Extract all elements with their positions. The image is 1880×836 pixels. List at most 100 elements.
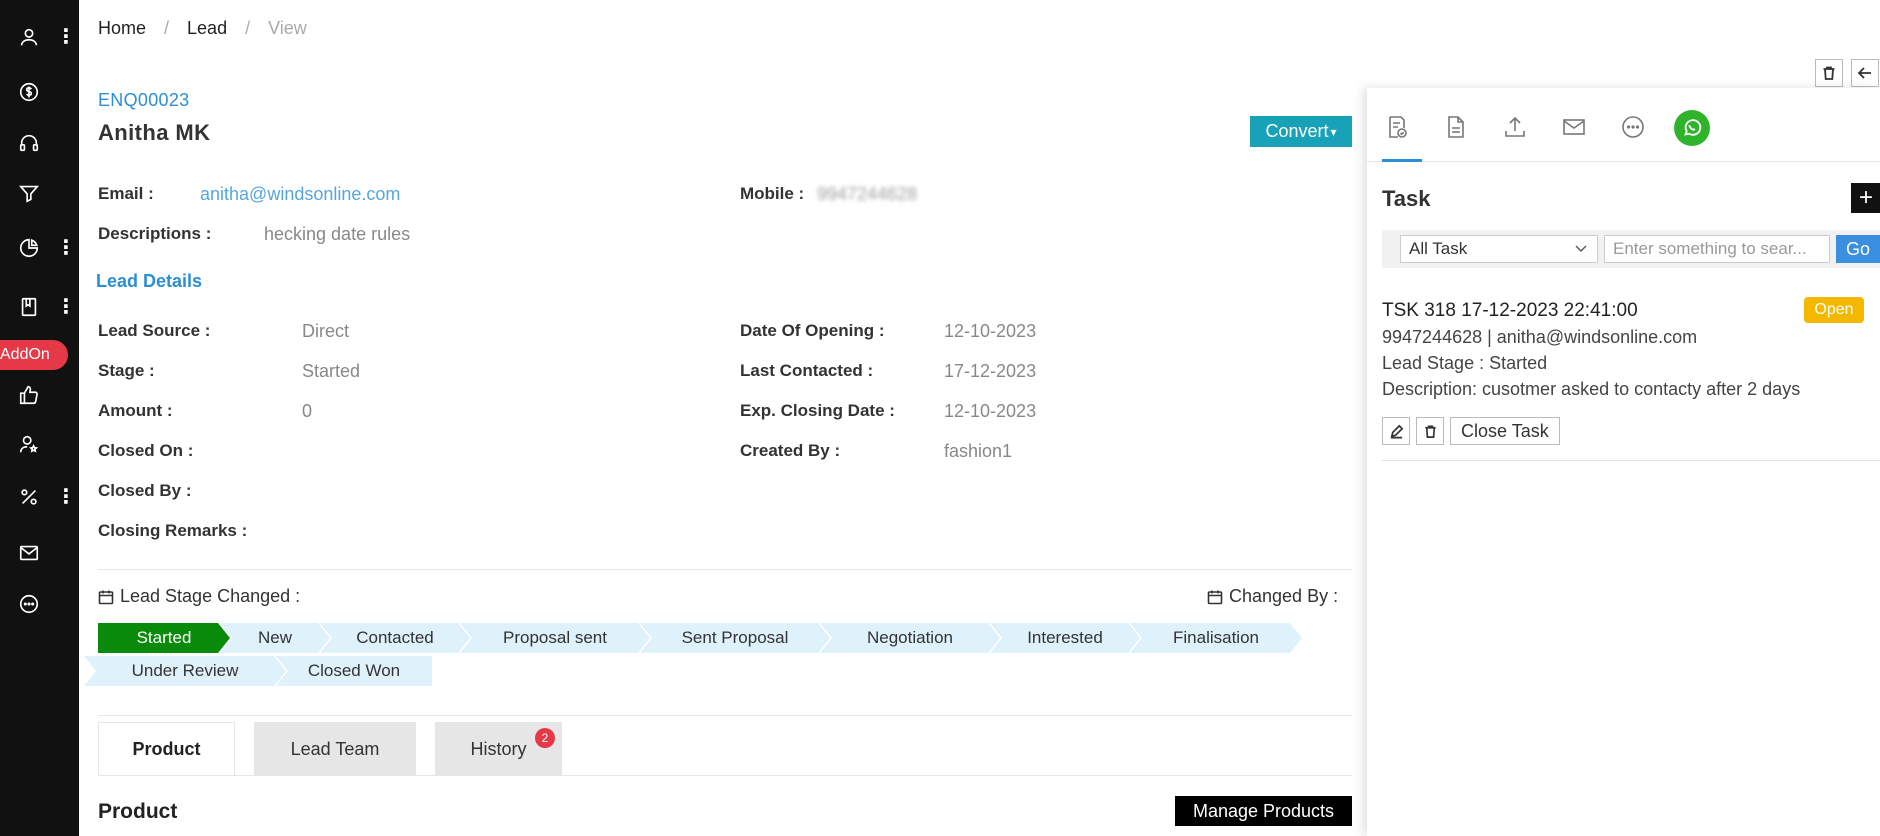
close-task-button[interactable]: Close Task — [1450, 417, 1560, 445]
stage-new[interactable]: New — [220, 623, 330, 653]
add-task-button[interactable]: + — [1851, 183, 1880, 213]
upload-icon[interactable] — [1500, 112, 1530, 142]
exp-closing-date-value: 12-10-2023 — [944, 401, 1037, 421]
delete-task-button[interactable] — [1416, 417, 1444, 445]
user-icon — [17, 25, 41, 49]
changed-by: Changed By : — [1207, 586, 1338, 607]
pencil-icon — [1390, 424, 1403, 438]
breadcrumb-home[interactable]: Home — [98, 18, 146, 39]
sidebar-item-chat[interactable] — [0, 584, 79, 624]
date-of-opening-label: Date Of Opening : — [740, 321, 885, 340]
stage-under-review[interactable]: Under Review — [84, 656, 286, 686]
tab-product[interactable]: Product — [98, 722, 235, 776]
sidebar-item-support[interactable] — [0, 123, 79, 163]
convert-label: Convert — [1265, 121, 1329, 141]
stage-finalisation[interactable]: Finalisation — [1130, 623, 1302, 653]
stage-label: Stage : — [98, 361, 155, 380]
stage-interested[interactable]: Interested — [990, 623, 1140, 653]
more-icon[interactable]: ⋮ — [56, 238, 76, 258]
stage-started[interactable]: Started — [98, 623, 230, 653]
task-search-input[interactable] — [1604, 235, 1830, 263]
breadcrumb-separator: / — [245, 18, 251, 38]
whatsapp-icon[interactable] — [1674, 110, 1710, 146]
thumbs-up-icon — [17, 383, 41, 407]
created-by-label: Created By : — [740, 441, 841, 460]
task-filter-bar: All Task Go — [1382, 230, 1880, 268]
trash-icon — [1424, 425, 1436, 438]
sidebar-item-user[interactable]: ⋮ — [0, 17, 79, 57]
tab-history-label: History — [470, 738, 527, 759]
lead-stage-changed-label: Lead Stage Changed : — [120, 586, 301, 606]
breadcrumb-lead[interactable]: Lead — [187, 18, 227, 39]
last-contacted-label: Last Contacted : — [740, 361, 874, 380]
closed-on-label: Closed On : — [98, 441, 194, 460]
stage-negotiation[interactable]: Negotiation — [820, 623, 1000, 653]
panel-toolbar — [1367, 88, 1880, 162]
closing-remarks-label: Closing Remarks : — [98, 521, 248, 540]
divider — [98, 715, 1352, 716]
history-count-badge: 2 — [535, 728, 555, 748]
task-filter-select[interactable]: All Task — [1400, 235, 1598, 263]
calendar-icon — [98, 590, 114, 604]
more-icon[interactable]: ⋮ — [56, 487, 76, 507]
delete-button[interactable] — [1815, 59, 1843, 87]
convert-button[interactable]: Convert ▾ — [1250, 116, 1352, 147]
breadcrumb: Home / Lead / View — [98, 18, 307, 39]
document-icon[interactable] — [1441, 112, 1471, 142]
mail-icon[interactable] — [1559, 112, 1589, 142]
chat-icon[interactable] — [1618, 112, 1648, 142]
book-icon — [17, 295, 41, 319]
go-button[interactable]: Go — [1836, 235, 1880, 263]
stage-closed-won[interactable]: Closed Won — [276, 656, 432, 686]
amount-label: Amount : — [98, 401, 173, 420]
email-value-text: anitha@windsonline.com — [200, 184, 401, 204]
stage-sent-proposal[interactable]: Sent Proposal — [640, 623, 830, 653]
exp-closing-date-label: Exp. Closing Date : — [740, 401, 895, 420]
created-by-value: fashion1 — [944, 441, 1013, 461]
chat-icon — [17, 592, 41, 616]
user-star-icon — [17, 432, 41, 456]
lead-name: Anitha MK — [98, 120, 211, 145]
back-button[interactable] — [1851, 59, 1879, 87]
divider — [1382, 460, 1880, 461]
percent-icon — [17, 485, 41, 509]
sidebar-item-like[interactable] — [0, 375, 79, 415]
task-actions: Close Task — [1382, 417, 1560, 445]
email-value[interactable]: anitha@windsonline.com — [200, 184, 400, 205]
more-icon[interactable]: ⋮ — [56, 297, 76, 317]
sidebar-item-book[interactable]: ⋮ — [0, 287, 79, 327]
lead-source-value: Direct — [302, 321, 350, 341]
last-contacted-value: 17-12-2023 — [944, 361, 1037, 381]
sidebar-item-reports[interactable]: ⋮ — [0, 228, 79, 268]
sidebar-item-funnel[interactable] — [0, 173, 79, 213]
lead-stage-changed: Lead Stage Changed : — [98, 586, 300, 607]
sidebar-item-discount[interactable]: ⋮ — [0, 477, 79, 517]
amount-value: 0 — [302, 401, 313, 421]
changed-by-label: Changed By : — [1229, 586, 1339, 606]
tab-lead-team[interactable]: Lead Team — [254, 722, 416, 776]
manage-products-button[interactable]: Manage Products — [1175, 796, 1352, 826]
more-icon[interactable]: ⋮ — [56, 27, 76, 47]
task-list-icon[interactable] — [1382, 112, 1412, 142]
lead-id: ENQ00023 — [98, 90, 190, 110]
chevron-down-icon — [1575, 245, 1587, 252]
stage-proposal-sent[interactable]: Proposal sent — [460, 623, 650, 653]
task-description: Description: cusotmer asked to contacty … — [1382, 379, 1801, 399]
stage-contacted[interactable]: Contacted — [320, 623, 470, 653]
addon-badge[interactable]: AddOn — [0, 340, 68, 370]
descriptions-value: hecking date rules — [264, 224, 411, 244]
chevron-down-icon: ▾ — [1330, 124, 1337, 139]
left-sidebar: ⋮ ⋮ ⋮ AddOn ⋮ — [0, 0, 79, 836]
trash-icon — [1823, 66, 1835, 80]
mail-icon — [17, 541, 41, 565]
task-status-badge: Open — [1804, 297, 1864, 323]
tab-history[interactable]: History 2 — [435, 722, 562, 776]
edit-task-button[interactable] — [1382, 417, 1410, 445]
funnel-icon — [17, 181, 41, 205]
sidebar-item-users[interactable] — [0, 424, 79, 464]
date-of-opening-value: 12-10-2023 — [944, 321, 1037, 341]
sidebar-item-mail[interactable] — [0, 533, 79, 573]
arrow-left-icon — [1857, 67, 1871, 79]
mobile-label: Mobile : — [740, 184, 805, 203]
sidebar-item-dollar[interactable] — [0, 72, 79, 112]
